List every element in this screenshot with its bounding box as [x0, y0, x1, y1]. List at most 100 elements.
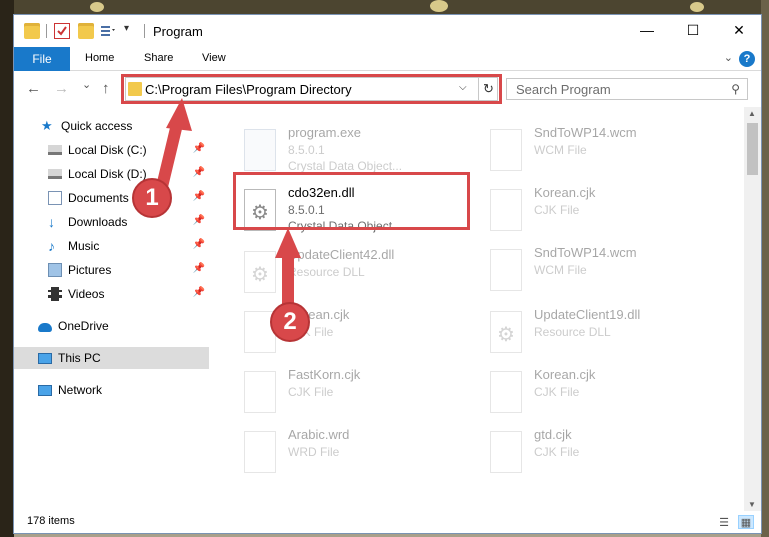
- desktop-flower: [430, 0, 448, 12]
- file-name: UpdateClient42.dll: [288, 247, 395, 262]
- explorer-window: ▾ Program — ☐ ✕ File Home Share View ⌄ ?…: [13, 14, 762, 534]
- cloud-icon: [38, 323, 52, 332]
- close-button[interactable]: ✕: [716, 15, 761, 45]
- pin-icon[interactable]: 📌: [193, 167, 205, 178]
- properties-icon[interactable]: [54, 23, 70, 39]
- pin-icon[interactable]: 📌: [193, 263, 205, 274]
- scroll-down-arrow-icon[interactable]: ▼: [748, 500, 756, 509]
- pin-icon[interactable]: 📌: [193, 143, 205, 154]
- pin-icon[interactable]: 📌: [193, 239, 205, 250]
- expand-ribbon-icon[interactable]: ⌄: [724, 51, 733, 64]
- sidebar-item-label: Documents: [68, 191, 129, 205]
- file-item-arabic-wrd[interactable]: Arabic.wrd WRD File: [238, 425, 478, 481]
- pin-icon[interactable]: 📌: [193, 215, 205, 226]
- new-folder-icon[interactable]: [78, 23, 94, 39]
- sidebar-item-local-disk-c[interactable]: Local Disk (C:) 📌: [14, 139, 209, 161]
- file-icon: [490, 431, 522, 473]
- search-input[interactable]: Search Program: [516, 82, 611, 97]
- pin-icon[interactable]: 📌: [193, 191, 205, 202]
- sidebar-item-quick-access[interactable]: ★ Quick access: [14, 115, 209, 137]
- status-bar: 178 items ☰ ▦: [14, 511, 761, 533]
- sidebar-item-videos[interactable]: Videos 📌: [14, 283, 209, 305]
- file-highlight-box: [233, 172, 470, 230]
- file-icon: [490, 189, 522, 231]
- file-item-sndtowp14-wcm[interactable]: SndToWP14.wcm WCM File: [484, 123, 724, 179]
- scroll-thumb[interactable]: [747, 123, 758, 175]
- sidebar-item-label: This PC: [58, 351, 101, 365]
- rename-icon[interactable]: [100, 23, 116, 39]
- file-item-program-exe[interactable]: program.exe 8.5.0.1 Crystal Data Object.…: [238, 123, 478, 179]
- file-item-korean-cjk[interactable]: Korean.cjk CJK File: [484, 183, 724, 239]
- back-button[interactable]: ←: [26, 80, 41, 97]
- sidebar-item-onedrive[interactable]: OneDrive: [14, 315, 209, 337]
- sidebar-item-documents[interactable]: Documents 📌: [14, 187, 209, 209]
- pictures-icon: [48, 263, 62, 277]
- file-type: CJK File: [288, 385, 334, 399]
- sidebar-item-pictures[interactable]: Pictures 📌: [14, 259, 209, 281]
- file-icon: [244, 431, 276, 473]
- sidebar-item-local-disk-d[interactable]: Local Disk (D:) 📌: [14, 163, 209, 185]
- details-view-icon[interactable]: ☰: [716, 515, 732, 529]
- file-item-updateclient19-dll[interactable]: UpdateClient19.dll Resource DLL: [484, 305, 724, 361]
- callout-step-1: 1: [132, 178, 172, 218]
- file-icon: [490, 371, 522, 413]
- file-item-gtd-cjk[interactable]: gtd.cjk CJK File: [484, 425, 724, 481]
- file-name: UpdateClient19.dll: [534, 307, 641, 322]
- help-icon[interactable]: ?: [739, 51, 755, 67]
- up-button[interactable]: ↑: [102, 80, 110, 97]
- sidebar-item-label: Music: [68, 239, 100, 253]
- file-name: SndToWP14.wcm: [534, 245, 637, 260]
- file-item-sndtowp14-wcm[interactable]: SndToWP14.wcm WCM File: [484, 243, 724, 299]
- navigation-bar: ← → ⌄ ↑ C:\Program Files\Program Directo…: [14, 71, 761, 107]
- maximize-button[interactable]: ☐: [670, 15, 716, 45]
- sidebar-item-label: Network: [58, 383, 103, 397]
- documents-icon: [48, 191, 62, 205]
- sidebar-item-label: Downloads: [68, 215, 128, 229]
- download-icon: ↓: [48, 214, 55, 230]
- recent-locations-button[interactable]: ⌄: [82, 78, 91, 91]
- file-item-korean-cjk[interactable]: Korean.cjk CJK File: [484, 365, 724, 421]
- scroll-up-arrow-icon[interactable]: ▲: [748, 109, 756, 118]
- ribbon-tabs: File Home Share View ⌄ ?: [14, 47, 761, 71]
- tab-file[interactable]: File: [14, 47, 70, 71]
- file-name: Korean.cjk: [534, 367, 596, 382]
- sidebar-item-music[interactable]: ♪ Music 📌: [14, 235, 209, 257]
- desktop-background-right: [761, 0, 769, 537]
- large-icons-view-icon[interactable]: ▦: [738, 515, 754, 529]
- sidebar-item-downloads[interactable]: ↓ Downloads 📌: [14, 211, 209, 233]
- drive-icon: [48, 169, 62, 179]
- desktop-background-left: [0, 0, 14, 537]
- sidebar-item-network[interactable]: Network: [14, 379, 209, 401]
- file-type: CJK File: [534, 385, 580, 399]
- sidebar-item-label: Pictures: [68, 263, 112, 277]
- forward-button[interactable]: →: [54, 80, 69, 97]
- file-item-updateclient42-dll[interactable]: UpdateClient42.dll Resource DLL: [238, 245, 478, 301]
- file-name: Korean.cjk: [534, 185, 596, 200]
- file-icon: [244, 371, 276, 413]
- tab-view[interactable]: View: [202, 52, 226, 64]
- minimize-button[interactable]: —: [624, 15, 670, 45]
- folder-icon: [24, 23, 40, 39]
- desktop-flower: [690, 2, 704, 12]
- tab-share[interactable]: Share: [144, 52, 173, 64]
- search-icon[interactable]: ⚲: [731, 82, 740, 96]
- pin-icon[interactable]: 📌: [193, 287, 205, 298]
- dll-gear-icon: [490, 311, 522, 353]
- sidebar-item-this-pc[interactable]: This PC: [14, 347, 209, 369]
- customize-toolbar-icon[interactable]: ▾: [124, 23, 140, 39]
- file-type: WRD File: [288, 445, 340, 459]
- file-item-fastkorn-cjk[interactable]: FastKorn.cjk CJK File: [238, 365, 478, 421]
- desktop-flower: [90, 2, 104, 12]
- search-box[interactable]: Search Program ⚲: [506, 78, 748, 100]
- tab-home[interactable]: Home: [85, 52, 114, 64]
- vertical-scrollbar[interactable]: ▲ ▼: [744, 107, 761, 511]
- divider: [144, 24, 145, 38]
- sidebar-item-label: OneDrive: [58, 319, 109, 333]
- sidebar-item-label: Videos: [68, 287, 105, 301]
- network-icon: [38, 384, 52, 396]
- file-name: SndToWP14.wcm: [534, 125, 637, 140]
- file-icon: [490, 249, 522, 291]
- callout-step-2: 2: [270, 302, 310, 342]
- window-title: Program: [153, 24, 203, 39]
- file-description: Crystal Data Object...: [288, 159, 403, 173]
